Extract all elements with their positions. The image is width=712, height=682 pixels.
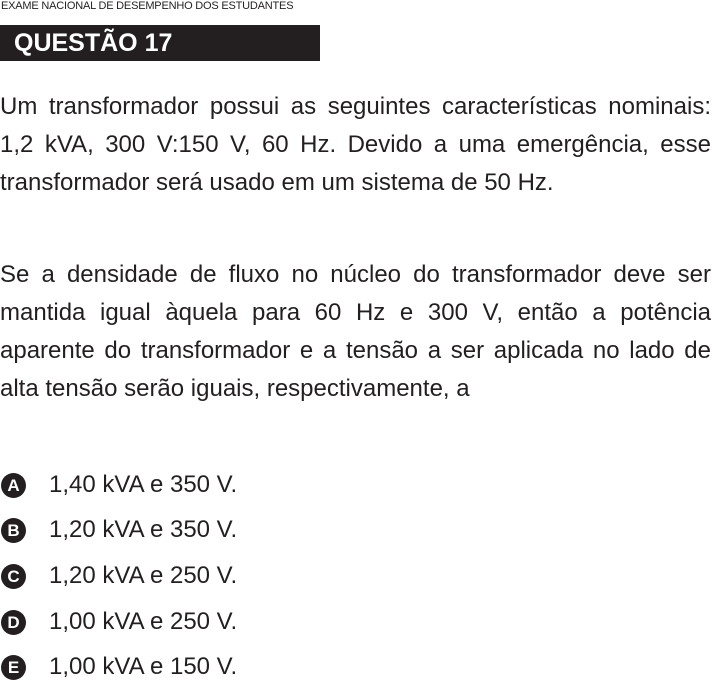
option-e-letter: E bbox=[1, 654, 26, 680]
option-c[interactable]: C 1,20 kVA e 250 V. bbox=[0, 561, 237, 591]
option-c-text: 1,20 kVA e 250 V. bbox=[49, 562, 238, 589]
option-a-letter: A bbox=[1, 472, 26, 498]
option-e-text: 1,00 kVA e 150 V. bbox=[49, 653, 238, 680]
option-a-text: 1,40 kVA e 350 V. bbox=[49, 471, 238, 498]
option-d-text: 1,00 kVA e 250 V. bbox=[49, 608, 238, 635]
option-c-letter: C bbox=[1, 563, 26, 589]
option-a[interactable]: A 1,40 kVA e 350 V. bbox=[0, 470, 237, 500]
question-paragraph-2: Se a densidade de fluxo no núcleo do tra… bbox=[0, 261, 711, 402]
option-d-letter: D bbox=[1, 609, 26, 635]
option-b[interactable]: B 1,20 kVA e 350 V. bbox=[0, 515, 237, 545]
option-b-letter: B bbox=[1, 517, 26, 543]
question-banner: QUESTÃO 17 bbox=[0, 25, 320, 61]
option-b-text: 1,20 kVA e 350 V. bbox=[49, 516, 238, 543]
option-e[interactable]: E 1,00 kVA e 150 V. bbox=[0, 652, 237, 682]
exam-header: EXAME NACIONAL DE DESEMPENHO DOS ESTUDAN… bbox=[1, 0, 294, 12]
option-d[interactable]: D 1,00 kVA e 250 V. bbox=[0, 607, 237, 637]
question-title: QUESTÃO 17 bbox=[14, 29, 173, 57]
question-paragraph-1: Um transformador possui as seguintes car… bbox=[0, 93, 711, 196]
